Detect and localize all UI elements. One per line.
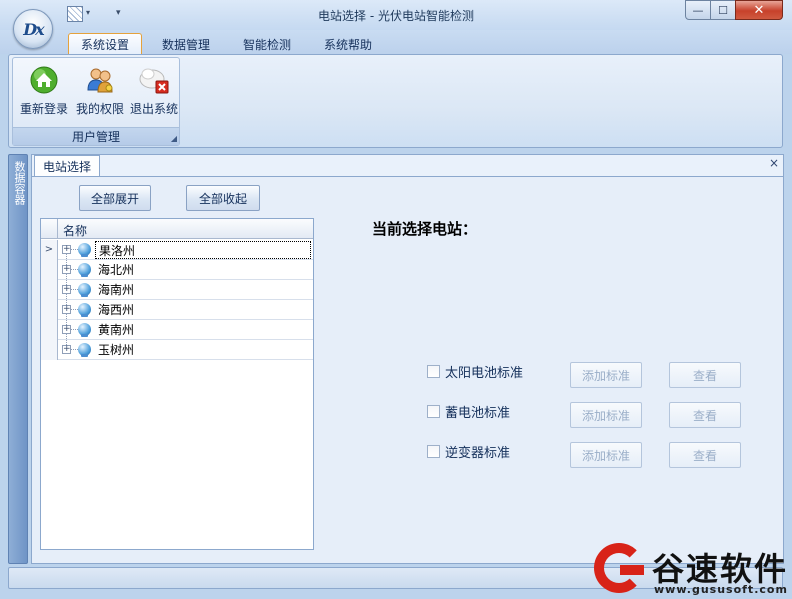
tree-row[interactable]: > + 果洛州 <box>41 240 313 260</box>
globe-icon <box>78 283 91 297</box>
solar-cell-standard-label: 太阳电池标准 <box>445 366 524 381</box>
current-station-label: 当前选择电站： <box>372 220 478 238</box>
station-name[interactable]: 果洛州 <box>95 241 311 259</box>
title-bar: ▾ ▾ 电站选择 - 光伏电站智能检测 — ☐ ✕ <box>0 0 792 30</box>
my-permissions-button[interactable]: 我的权限 <box>72 60 128 120</box>
battery-standard-checkbox[interactable] <box>427 405 440 418</box>
add-battery-standard-button[interactable]: 添加标准 <box>570 402 642 428</box>
minimize-button[interactable]: — <box>685 0 711 20</box>
data-container-label: 数据容器 <box>13 161 26 205</box>
expand-icon[interactable]: + <box>62 245 71 254</box>
row-selector-header <box>41 219 58 239</box>
globe-icon <box>78 303 91 317</box>
current-row-indicator-icon: > <box>41 240 58 260</box>
tree-connector <box>71 289 78 290</box>
tree-connector <box>71 329 78 330</box>
tree-connector <box>71 349 78 350</box>
app-menu-button[interactable]: Dx <box>13 9 53 49</box>
station-tree[interactable]: 名称 > + 果洛州 + 海北州 + 海南州 + 海西州 + 黄南州 + 玉树州 <box>40 218 314 550</box>
tree-row[interactable]: + 海西州 <box>41 300 313 320</box>
view-inverter-standard-button[interactable]: 查看 <box>669 442 741 468</box>
group-label: 用户管理 <box>13 127 179 145</box>
tree-row[interactable]: + 海北州 <box>41 260 313 280</box>
add-inverter-standard-button[interactable]: 添加标准 <box>570 442 642 468</box>
station-name[interactable]: 海西州 <box>95 301 137 319</box>
row-selector <box>41 320 58 340</box>
watermark: 谷速软件 www.gususoft.com <box>590 540 792 599</box>
collapse-all-button[interactable]: 全部收起 <box>186 185 260 211</box>
station-selection-content: 全部展开 全部收起 名称 > + 果洛州 + 海北州 + 海南州 + 海西州 +… <box>32 176 783 563</box>
station-name[interactable]: 海南州 <box>95 281 137 299</box>
exit-system-label: 退出系统 <box>129 102 178 116</box>
expand-icon[interactable]: + <box>62 345 71 354</box>
exit-icon <box>138 64 170 96</box>
tree-connector <box>71 309 78 310</box>
column-header-name[interactable]: 名称 <box>63 222 87 239</box>
ribbon-panel: 重新登录 我的权限 退出系统 用户管理 ◢ <box>8 54 783 148</box>
globe-icon <box>78 263 91 277</box>
globe-icon <box>78 323 91 337</box>
row-selector <box>41 340 58 360</box>
tree-row[interactable]: + 黄南州 <box>41 320 313 340</box>
app-logo: Dx <box>23 19 44 39</box>
close-document-icon[interactable]: × <box>769 156 779 170</box>
tab-system-help[interactable]: 系统帮助 <box>312 33 384 55</box>
user-management-group: 重新登录 我的权限 退出系统 用户管理 ◢ <box>12 57 180 146</box>
exit-system-button[interactable]: 退出系统 <box>126 60 182 120</box>
tab-smart-detection[interactable]: 智能检测 <box>231 33 303 55</box>
inverter-standard-checkbox[interactable] <box>427 445 440 458</box>
globe-icon <box>78 243 91 257</box>
station-name[interactable]: 海北州 <box>95 261 137 279</box>
inverter-standard-label: 逆变器标准 <box>445 446 511 461</box>
row-selector <box>41 260 58 280</box>
watermark-url: www.gususoft.com <box>654 583 788 596</box>
tab-station-selection[interactable]: 电站选择 <box>34 155 101 177</box>
data-container-panel-tab[interactable]: 数据容器 <box>8 154 28 564</box>
expand-icon[interactable]: + <box>62 265 71 274</box>
tree-row[interactable]: + 海南州 <box>41 280 313 300</box>
expand-icon[interactable]: + <box>62 325 71 334</box>
group-launcher-icon[interactable]: ◢ <box>171 134 177 143</box>
row-selector <box>41 280 58 300</box>
document-area: 电站选择 × 全部展开 全部收起 名称 > + 果洛州 + 海北州 + 海南州 … <box>31 154 784 564</box>
battery-standard-label: 蓄电池标准 <box>445 406 511 421</box>
tab-data-management[interactable]: 数据管理 <box>150 33 222 55</box>
my-permissions-label: 我的权限 <box>75 102 124 116</box>
window-title: 电站选择 - 光伏电站智能检测 <box>318 9 474 23</box>
tab-system-settings[interactable]: 系统设置 <box>68 33 142 55</box>
expand-icon[interactable]: + <box>62 305 71 314</box>
solar-cell-standard-checkbox[interactable] <box>427 365 440 378</box>
tree-header: 名称 <box>41 219 313 239</box>
row-selector <box>41 300 58 320</box>
station-name[interactable]: 黄南州 <box>95 321 137 339</box>
view-solar-standard-button[interactable]: 查看 <box>669 362 741 388</box>
users-icon <box>84 64 116 96</box>
view-battery-standard-button[interactable]: 查看 <box>669 402 741 428</box>
home-icon <box>28 64 60 96</box>
relogin-label: 重新登录 <box>19 102 68 116</box>
tree-connector <box>71 249 78 250</box>
station-name[interactable]: 玉树州 <box>95 341 137 359</box>
expand-all-button[interactable]: 全部展开 <box>79 185 151 211</box>
close-window-button[interactable]: ✕ <box>735 0 783 20</box>
add-solar-standard-button[interactable]: 添加标准 <box>570 362 642 388</box>
maximize-button[interactable]: ☐ <box>710 0 736 20</box>
ribbon-tabs: 系统设置 数据管理 智能检测 系统帮助 <box>0 30 792 55</box>
expand-icon[interactable]: + <box>62 285 71 294</box>
tree-connector <box>71 269 78 270</box>
tree-row[interactable]: + 玉树州 <box>41 340 313 360</box>
relogin-button[interactable]: 重新登录 <box>16 60 72 120</box>
globe-icon <box>78 343 91 357</box>
